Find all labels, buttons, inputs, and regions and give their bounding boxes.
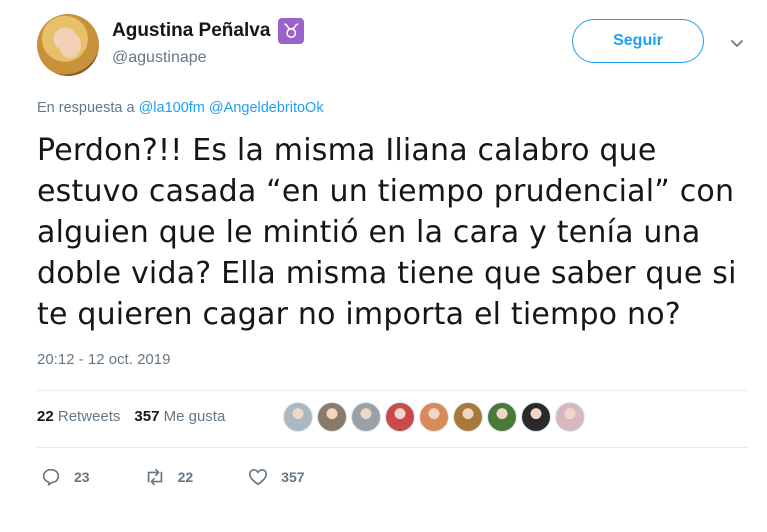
retweets-stat-count: 22 — [37, 408, 54, 425]
tweet-timestamp[interactable]: 20:12 - 12 oct. 2019 — [37, 351, 170, 368]
mention-angeldebritook[interactable]: @AngeldebritoOk — [209, 100, 324, 116]
tweet-line: te quieren cagar no importa el tiempo no… — [37, 297, 681, 332]
divider-top — [37, 390, 748, 391]
likes-stat[interactable]: 357 Me gusta — [134, 408, 225, 425]
retweets-stat[interactable]: 22 Retweets — [37, 408, 120, 425]
author-name-row: Agustina Peñalva ♉ — [112, 18, 305, 44]
liker-avatar[interactable] — [317, 402, 347, 432]
liker-avatar[interactable] — [419, 402, 449, 432]
tweet-line: doble vida? Ella misma tiene que saber q… — [37, 256, 737, 291]
reply-action[interactable]: 23 — [40, 466, 90, 488]
chevron-down-icon[interactable] — [729, 35, 745, 51]
taurus-icon: ♉ — [278, 18, 305, 44]
tweet-actions: 23 22 357 — [40, 466, 359, 488]
engagement-stats: 22 Retweets 357 Me gusta — [37, 408, 225, 425]
author-avatar[interactable] — [37, 14, 99, 76]
liker-avatar[interactable] — [351, 402, 381, 432]
retweet-count: 22 — [177, 469, 194, 485]
follow-button[interactable]: Seguir — [572, 19, 704, 63]
retweets-stat-label: Retweets — [57, 408, 121, 425]
mention-la100fm[interactable]: @la100fm — [139, 100, 205, 116]
tweet-text: Perdon?!! Es la misma Iliana calabro que… — [37, 130, 757, 335]
like-action[interactable]: 357 — [247, 466, 305, 488]
liker-avatar[interactable] — [283, 402, 313, 432]
reply-to-prefix: En respuesta a — [37, 100, 135, 116]
liker-avatar[interactable] — [487, 402, 517, 432]
divider-bottom — [37, 447, 748, 448]
liker-avatar[interactable] — [385, 402, 415, 432]
author-name[interactable]: Agustina Peñalva — [112, 20, 270, 42]
liker-avatar[interactable] — [521, 402, 551, 432]
tweet-line: Perdon?!! Es la misma Iliana calabro que — [37, 133, 657, 168]
retweet-icon — [147, 468, 162, 486]
liker-avatar[interactable] — [555, 402, 585, 432]
avatar-face — [59, 32, 81, 58]
liker-avatars — [283, 402, 585, 432]
author-handle[interactable]: @agustinape — [112, 49, 207, 67]
like-count: 357 — [281, 469, 305, 485]
reply-icon — [42, 468, 60, 486]
reply-to-line: En respuesta a @la100fm @AngeldebritoOk — [37, 100, 324, 116]
likes-stat-label: Me gusta — [163, 408, 226, 425]
heart-icon — [249, 469, 268, 486]
tweet-line: alguien que le mintió en la cara y tenía… — [37, 215, 701, 250]
likes-stat-count: 357 — [134, 408, 160, 425]
retweet-action[interactable]: 22 — [144, 466, 194, 488]
liker-avatar[interactable] — [453, 402, 483, 432]
reply-count: 23 — [74, 469, 90, 485]
tweet-line: estuvo casada “en un tiempo prudencial” … — [37, 174, 735, 209]
